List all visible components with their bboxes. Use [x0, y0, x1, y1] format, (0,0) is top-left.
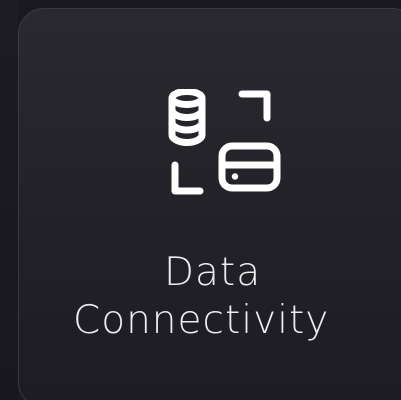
database-connection-icon [167, 89, 285, 207]
data-connectivity-card[interactable]: Data Connectivity [18, 8, 401, 400]
card-title-line-1: Data [164, 250, 262, 295]
card-title-line-2: Connectivity [73, 298, 330, 343]
card-title: Data Connectivity [19, 249, 401, 345]
background-panel [0, 0, 18, 400]
